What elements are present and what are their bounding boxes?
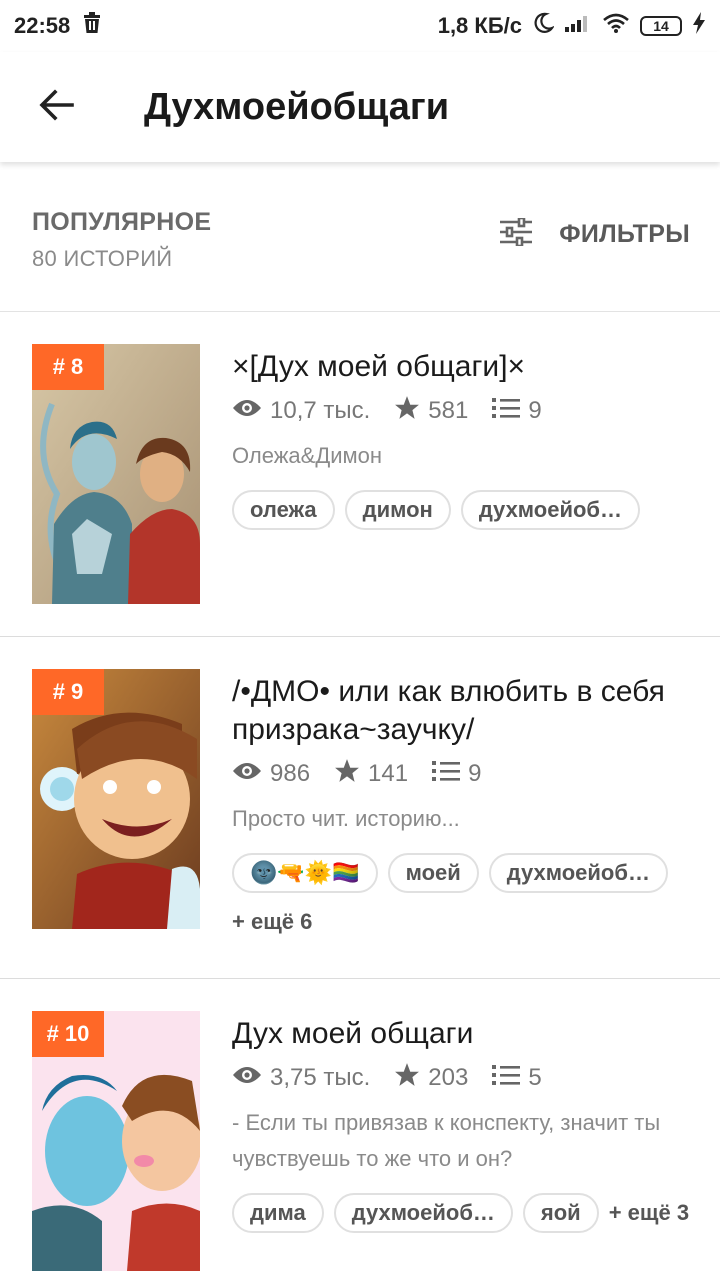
story-body: ×[Дух моей общаги]× 10,7 тыс. 581 9 Олеж… (232, 348, 696, 530)
story-cover[interactable]: # 8 (32, 344, 200, 604)
status-bar: 22:58 1,8 КБ/с 14 (0, 0, 720, 52)
more-tags-link[interactable]: + ещё 3 (609, 1200, 689, 1226)
story-title[interactable]: Дух моей общаги (232, 1015, 696, 1053)
story-item[interactable]: # 8 ×[Дух моей общаги]× 10,7 тыс. 581 9 … (0, 312, 720, 637)
sliders-icon (499, 216, 533, 251)
tag-chip[interactable]: духмоейоб… (488, 853, 668, 893)
story-body: /•ДМО• или как влюбить в себя призрака~з… (232, 673, 696, 935)
parts-stat: 9 (492, 397, 542, 426)
votes-stat: 203 (394, 1062, 468, 1095)
story-stats: 10,7 тыс. 581 9 (232, 395, 696, 428)
status-time: 22:58 (14, 13, 71, 38)
tag-chip[interactable]: димон (344, 490, 451, 530)
moon-icon (532, 12, 556, 40)
story-title[interactable]: ×[Дух моей общаги]× (232, 348, 696, 386)
filters-button[interactable]: ФИЛЬТРЫ (499, 216, 690, 251)
star-icon (394, 395, 420, 428)
parts-count: 5 (528, 1064, 542, 1091)
list-icon (432, 760, 461, 789)
trash-icon (82, 12, 102, 40)
parts-stat: 9 (432, 760, 481, 789)
more-tags-link[interactable]: + ещё 6 (232, 909, 696, 935)
arrow-left-icon (38, 88, 74, 126)
story-stats: 986 141 9 (232, 758, 696, 791)
battery-icon: 14 (640, 16, 682, 36)
votes-count: 581 (428, 397, 469, 424)
star-icon (394, 1062, 420, 1095)
story-stats: 3,75 тыс. 203 5 (232, 1062, 696, 1095)
tag-chip[interactable]: моей (387, 853, 479, 893)
wifi-icon (602, 12, 630, 40)
rank-badge: # 9 (32, 669, 104, 715)
story-item[interactable]: # 9 /•ДМО• или как влюбить в себя призра… (0, 637, 720, 979)
views-stat: 3,75 тыс. (232, 1064, 370, 1092)
tag-chip[interactable]: 🌚🔫🌞🏳️‍🌈 (232, 853, 378, 893)
parts-count: 9 (528, 397, 542, 424)
rank-badge: # 10 (32, 1011, 104, 1057)
views-count: 986 (270, 760, 311, 787)
charging-icon (692, 12, 706, 40)
rank-badge: # 8 (32, 344, 104, 390)
parts-stat: 5 (492, 1064, 542, 1093)
story-description: Олежа&Димон (232, 443, 383, 468)
tag-chip[interactable]: олежа (232, 490, 335, 530)
tag-chip[interactable]: дима (232, 1193, 324, 1233)
story-cover[interactable]: # 9 (32, 669, 200, 929)
list-icon (492, 397, 521, 426)
story-cover[interactable]: # 10 (32, 1011, 200, 1271)
list-icon (492, 1064, 521, 1093)
votes-count: 141 (368, 760, 409, 787)
parts-count: 9 (468, 760, 482, 787)
sort-title: ПОПУЛЯРНОЕ (32, 208, 212, 236)
views-count: 10,7 тыс. (270, 397, 371, 424)
filters-label: ФИЛЬТРЫ (559, 220, 690, 248)
signal-icon (564, 13, 592, 39)
tag-list: дима духмоейоб… яой + ещё 3 (232, 1193, 696, 1233)
story-body: Дух моей общаги 3,75 тыс. 203 5 - Если т… (232, 1015, 696, 1233)
back-button[interactable] (28, 79, 84, 135)
toolbar: Духмоейобщаги (0, 52, 720, 162)
tag-chip[interactable]: духмоейоб… (333, 1193, 513, 1233)
network-speed: 1,8 КБ/с (437, 13, 522, 38)
tag-list: олежа димон духмоейоб… (232, 490, 696, 530)
views-stat: 10,7 тыс. (232, 397, 370, 425)
story-item[interactable]: # 10 Дух моей общаги 3,75 тыс. 203 5 - Е… (0, 979, 720, 1280)
story-count: 80 ИСТОРИЙ (32, 246, 173, 271)
story-description: Просто чит. историю... (232, 806, 460, 831)
eye-icon (232, 397, 262, 425)
eye-icon (232, 760, 262, 788)
star-icon (334, 758, 360, 791)
sort-header: ПОПУЛЯРНОЕ 80 ИСТОРИЙ ФИЛЬТРЫ (0, 162, 720, 312)
votes-stat: 141 (334, 758, 408, 791)
tag-list: 🌚🔫🌞🏳️‍🌈 моей духмоейоб… (232, 853, 696, 893)
views-stat: 986 (232, 760, 310, 788)
story-description: - Если ты привязав к конспекту, значит т… (232, 1110, 661, 1171)
views-count: 3,75 тыс. (270, 1064, 371, 1091)
page-title: Духмоейобщаги (144, 85, 450, 128)
votes-stat: 581 (394, 395, 468, 428)
eye-icon (232, 1064, 262, 1092)
story-title[interactable]: /•ДМО• или как влюбить в себя призрака~з… (232, 673, 696, 749)
tag-chip[interactable]: яой (522, 1193, 599, 1233)
tag-chip[interactable]: духмоейоб… (460, 490, 641, 530)
votes-count: 203 (428, 1064, 469, 1091)
